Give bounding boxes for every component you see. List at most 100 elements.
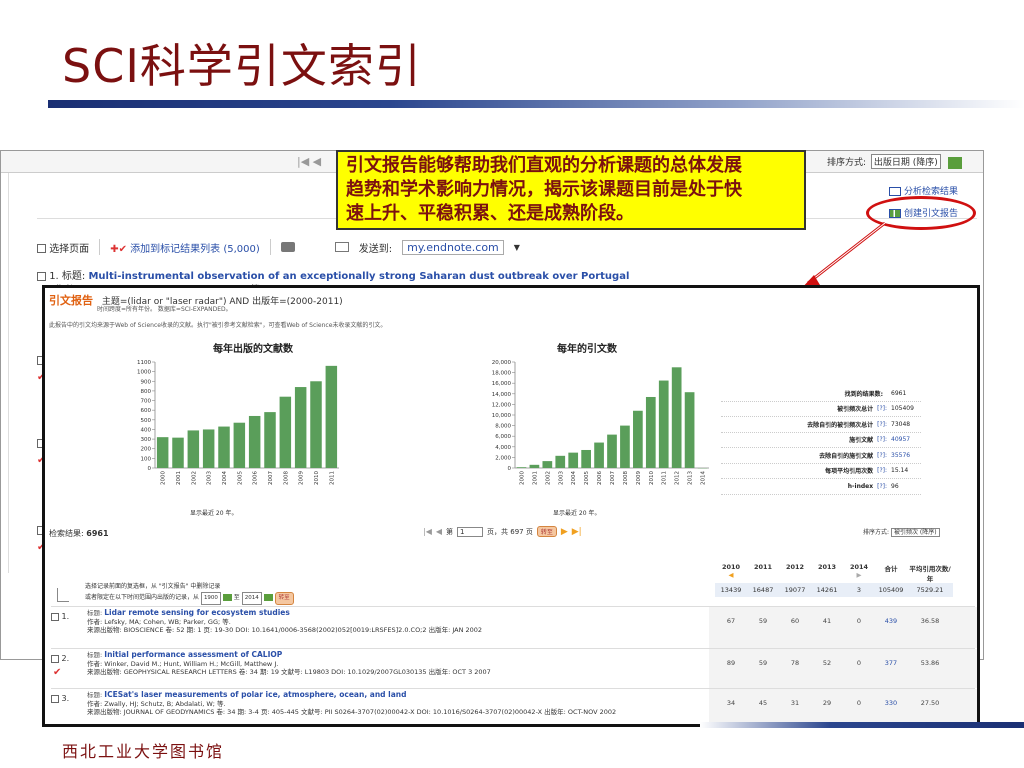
toolbar-divider: [269, 239, 271, 255]
cit-y-tick-label: 18,000: [492, 371, 512, 377]
record-body: 标题: Lidar remote sensing for ecosystem s…: [87, 608, 707, 635]
stat-row: 去除自引的施引文献 [?]: 35576: [721, 448, 921, 464]
pub-x-tick-label: 2000: [161, 471, 167, 485]
prev-years-icon: ◀: [728, 571, 734, 579]
background-pager-icons[interactable]: |◀ ◀: [297, 155, 321, 168]
pub-x-tick-label: 2011: [329, 471, 335, 485]
toolbar-divider: [99, 239, 101, 255]
record-authors: 作者: Lefsky, MA; Cohen, WB; Parker, GG; 等…: [87, 617, 231, 626]
record-checkbox[interactable]: [51, 694, 59, 703]
cit-y-tick-label: 0: [508, 466, 512, 472]
next-years-icon: ▶: [856, 571, 862, 579]
cit-bar: [645, 396, 656, 468]
select-page-control[interactable]: 选择页面: [37, 240, 89, 255]
year-to-select[interactable]: 2014: [241, 592, 262, 605]
background-sort-go-button[interactable]: [947, 156, 962, 169]
record-year-citations: 45: [758, 699, 768, 707]
year-header[interactable]: 2014 ▶: [843, 563, 875, 583]
cit-x-tick-label: 2002: [545, 471, 551, 485]
add-to-marked-list-link[interactable]: ✚✔ 添加到标记结果列表 (5,000): [110, 240, 260, 255]
cit-x-tick-label: 2007: [610, 471, 616, 485]
next-page-icon[interactable]: ▶: [561, 527, 568, 537]
record-select[interactable]: 1.: [51, 612, 69, 621]
first-page-icon[interactable]: |◀: [423, 527, 432, 536]
sort-label: 排序方式:: [863, 529, 890, 536]
pointer-arrow: [800, 221, 886, 290]
record-body: 标题: ICESat's laser measurements of polar…: [87, 690, 707, 717]
print-icon[interactable]: [280, 242, 295, 252]
record-total-citations[interactable]: 330: [875, 699, 907, 707]
footer-accent-bar: [700, 722, 1024, 728]
prev-page-icon[interactable]: ◀: [436, 527, 442, 536]
record-total-citations[interactable]: 439: [875, 617, 907, 625]
record-year-citations: 53.86: [920, 659, 940, 667]
year-to-dropdown-icon[interactable]: [263, 594, 273, 601]
go-to-page-button[interactable]: 转至: [536, 526, 557, 537]
record-filter-controls: 选择记录前面的复选框，从 "引文报告" 中删除记录 或者限定在以下时间范围内出版…: [85, 581, 294, 605]
stat-value: 73048: [891, 420, 911, 428]
record-checkbox[interactable]: [51, 612, 59, 621]
stat-value[interactable]: 35576: [891, 452, 921, 459]
send-to-select[interactable]: my.endnote.com: [402, 239, 504, 255]
record-number: 1.: [49, 271, 59, 282]
last-page-icon[interactable]: ▶|: [572, 527, 582, 537]
citation-stats-panel: 找到的结果数: 6961 被引频次总计 [?]: 105409 去除自引的被引频次总计 [?…: [721, 386, 921, 495]
report-pager: |◀ ◀ 第 1 页，共 697 页 转至 ▶ ▶|: [423, 526, 582, 537]
stat-help-link[interactable]: [?]:: [877, 452, 887, 459]
stat-help-link[interactable]: [?]:: [877, 483, 887, 490]
background-sort-select[interactable]: 出版日期 (降序): [870, 154, 941, 169]
pub-y-tick-label: 300: [141, 437, 152, 443]
chart-title-publications: 每年出版的文献数: [213, 344, 293, 355]
pub-bar: [294, 387, 307, 468]
cit-y-tick-label: 16,000: [492, 381, 512, 387]
select-page-checkbox[interactable]: [37, 244, 46, 253]
citation-report-panel: 引文报告 主题=(lidar or "laser radar") AND 出版年…: [42, 285, 980, 727]
record-title-link[interactable]: Multi-instrumental observation of an exc…: [88, 271, 629, 282]
record-title-link[interactable]: Lidar remote sensing for ecosystem studi…: [104, 608, 290, 617]
record-year-citations: 52: [822, 659, 832, 667]
chevron-down-icon[interactable]: ▼: [514, 243, 520, 252]
record-year-citations: 89: [726, 659, 736, 667]
stat-help-link[interactable]: [?]:: [877, 467, 887, 474]
record-checkbox[interactable]: [37, 271, 46, 281]
year-from-select[interactable]: 1900: [200, 592, 221, 605]
record-year-citations: 36.58: [920, 617, 940, 625]
pub-bar: [172, 437, 184, 468]
pub-x-tick-label: 2003: [207, 471, 213, 485]
stat-label: 被引频次总计: [837, 406, 874, 414]
report-label: 引文报告: [49, 294, 93, 307]
cit-bar: [633, 410, 643, 468]
year-header[interactable]: 2010 ◀: [715, 563, 747, 583]
record-select[interactable]: 3.: [51, 694, 69, 703]
record-select[interactable]: 2.: [51, 654, 69, 663]
email-icon[interactable]: [334, 242, 349, 252]
apply-year-range-button[interactable]: 转至: [274, 592, 294, 605]
stat-help-link[interactable]: [?]:: [877, 421, 887, 428]
stat-value[interactable]: 40957: [891, 436, 921, 443]
record-checkbox[interactable]: [51, 654, 59, 663]
stat-help-link[interactable]: [?]:: [877, 436, 887, 443]
year-total: 16487: [747, 583, 779, 597]
record-title-link[interactable]: ICESat's laser measurements of polar ice…: [104, 690, 406, 699]
tree-branch-icon: [57, 588, 69, 602]
pub-bar: [218, 426, 230, 468]
cit-x-tick-label: 2013: [688, 471, 694, 485]
sort-select[interactable]: 被引频次 (降序): [890, 528, 940, 537]
record-year-citations: 60: [790, 617, 800, 625]
year-range-filter: 或者限定在以下时间范围内出版的记录，从 1900 至 2014 转至: [85, 592, 294, 605]
year-from-dropdown-icon[interactable]: [222, 594, 232, 601]
pub-bar: [156, 437, 169, 468]
publications-per-year-chart: 0 100 200 300 400 500 600 700 800 900 1000 1100 2000…: [137, 360, 339, 485]
report-note: 此报告中的引文均来源于Web of Science收录的文献。执行"被引参考文献…: [49, 322, 387, 329]
background-sort-control[interactable]: 排序方式: 出版日期 (降序): [827, 154, 962, 169]
pub-y-tick-label: 800: [141, 389, 152, 395]
page-number-input[interactable]: 1: [457, 526, 484, 537]
stat-help-link[interactable]: [?]:: [877, 405, 887, 412]
pub-x-tick-label: 2008: [283, 471, 289, 485]
record-title-link[interactable]: Initial performance assessment of CALIOP: [104, 650, 282, 659]
record-total-citations[interactable]: 377: [875, 659, 907, 667]
background-sort-label: 排序方式:: [827, 158, 867, 168]
pub-x-tick-label: 2007: [268, 471, 274, 485]
pub-y-tick-label: 0: [148, 466, 152, 472]
cit-bar: [671, 367, 682, 468]
